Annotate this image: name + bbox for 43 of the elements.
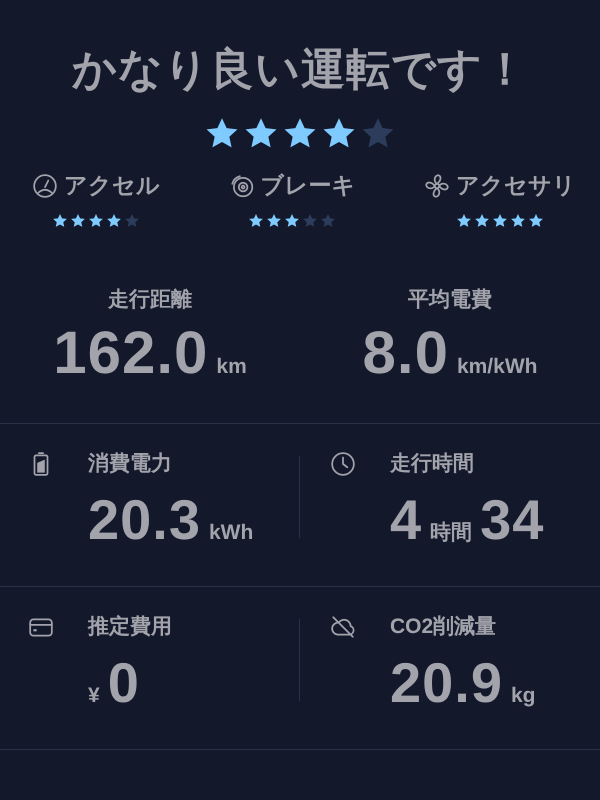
star-icon <box>248 213 264 229</box>
value-number: 34 <box>480 490 544 550</box>
value-number: 8.0 <box>362 321 449 385</box>
stat-label: 走行距離 <box>108 287 192 313</box>
value-number: 20.3 <box>88 490 201 550</box>
stat-label: CO2削減量 <box>390 614 498 640</box>
value-number: 4 <box>390 490 422 550</box>
gauge-icon <box>32 172 58 198</box>
clock-icon <box>330 451 356 477</box>
category-label: アクセル <box>64 171 160 200</box>
unit-label: km/kWh <box>456 355 538 379</box>
empty-star-icon <box>302 213 318 229</box>
cloud-off-icon <box>330 614 356 640</box>
value-number: 20.9 <box>390 653 503 713</box>
rating-title: かなり良い運転です！ <box>71 44 529 96</box>
star-icon <box>52 213 68 229</box>
unit-label: kWh <box>209 521 254 545</box>
star-icon <box>70 213 86 229</box>
star-icon <box>510 213 526 229</box>
value-number: 162.0 <box>53 321 208 385</box>
empty-star-icon <box>124 213 140 229</box>
unit-label: kg <box>511 684 536 708</box>
stat-label: 平均電費 <box>408 287 492 313</box>
star-icon <box>492 213 508 229</box>
fan-icon <box>424 172 450 198</box>
value-number: 0 <box>108 653 140 713</box>
unit-label: km <box>216 355 247 379</box>
category-label: ブレーキ <box>260 171 356 200</box>
empty-star-icon <box>320 213 336 229</box>
unit-label: 時間 <box>430 520 472 546</box>
category-label: アクセサリ <box>456 171 576 200</box>
star-icon <box>284 213 300 229</box>
stat-label: 推定費用 <box>88 614 173 640</box>
brake-disc-icon <box>228 172 254 198</box>
star-icon <box>474 213 490 229</box>
star-icon <box>88 213 104 229</box>
star-icon <box>106 213 122 229</box>
stat-label: 消費電力 <box>88 451 173 477</box>
unit-label: ¥ <box>88 684 100 708</box>
star-icon <box>528 213 544 229</box>
stat-label: 走行時間 <box>390 451 475 477</box>
star-icon <box>266 213 282 229</box>
star-icon <box>456 213 472 229</box>
